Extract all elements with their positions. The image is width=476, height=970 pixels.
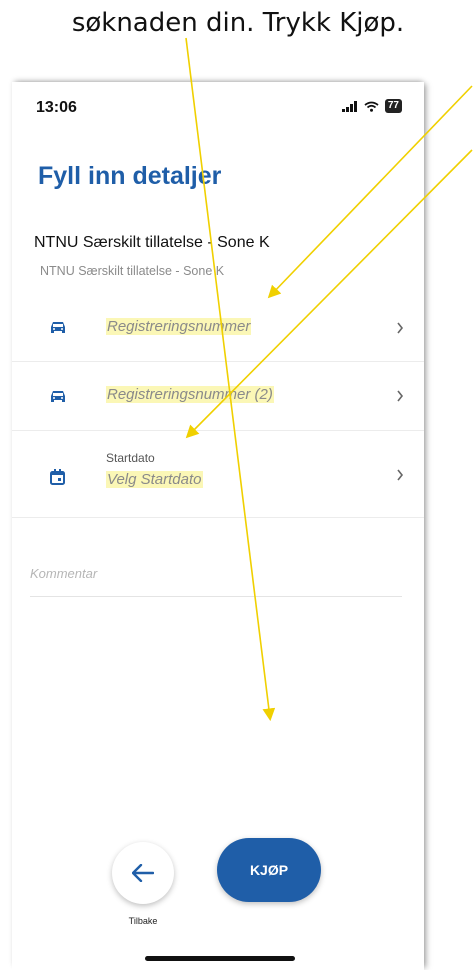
car-icon bbox=[51, 322, 65, 333]
chevron-right-icon bbox=[397, 469, 404, 481]
phone-screen: 13:06 77 Fyll inn detaljer NTNU Særskilt… bbox=[12, 82, 424, 970]
field-label: Registreringsnummer (2) bbox=[106, 386, 274, 403]
status-icons: 77 bbox=[341, 99, 402, 113]
product-subtitle: NTNU Særskilt tillatelse - Sone K bbox=[40, 264, 225, 278]
home-indicator bbox=[145, 956, 295, 961]
instruction-caption: søknaden din. Trykk Kjøp. bbox=[71, 8, 405, 38]
car-icon bbox=[51, 391, 65, 402]
field-startdato[interactable]: Startdato Velg Startdato bbox=[12, 431, 424, 518]
page-title: Fyll inn detaljer bbox=[38, 162, 222, 190]
comment-field[interactable]: Kommentar bbox=[30, 566, 402, 597]
calendar-icon bbox=[50, 469, 65, 485]
field-small-label: Startdato bbox=[106, 451, 155, 465]
field-label: Registreringsnummer bbox=[106, 318, 252, 335]
field-label: Velg Startdato bbox=[106, 471, 203, 488]
battery-icon: 77 bbox=[384, 99, 402, 113]
arrow-left-icon bbox=[132, 864, 154, 882]
product-name: NTNU Særskilt tillatelse - Sone K bbox=[34, 234, 270, 251]
wifi-icon bbox=[364, 101, 379, 112]
chevron-right-icon bbox=[397, 390, 404, 402]
chevron-right-icon bbox=[397, 322, 404, 334]
field-registreringsnummer-2[interactable]: Registreringsnummer (2) bbox=[12, 362, 424, 431]
back-button-label: Tilbake bbox=[128, 916, 158, 926]
field-registreringsnummer[interactable]: Registreringsnummer bbox=[12, 294, 424, 362]
signal-icon bbox=[341, 100, 357, 112]
status-time: 13:06 bbox=[36, 99, 77, 116]
status-bar: 13:06 77 bbox=[12, 82, 424, 142]
back-button[interactable] bbox=[112, 842, 174, 904]
buy-button[interactable]: KJØP bbox=[217, 838, 321, 902]
